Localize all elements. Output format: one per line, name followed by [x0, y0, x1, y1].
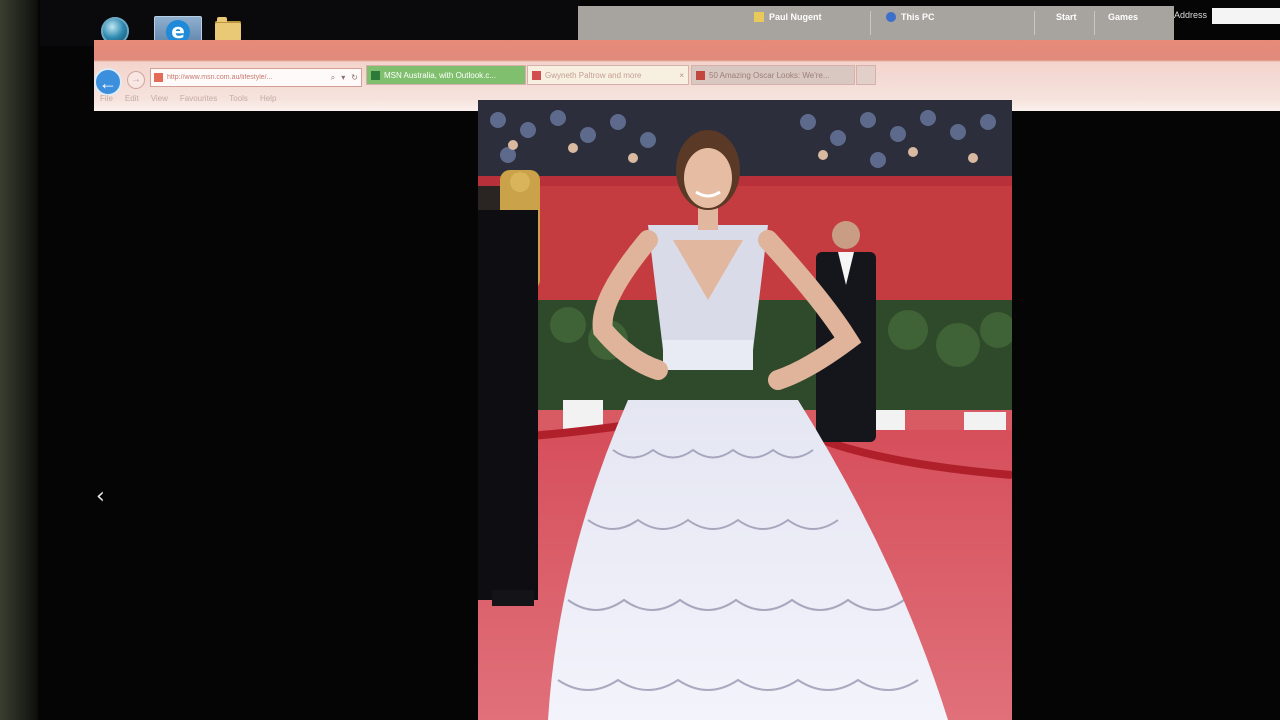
address-label: Address: [1174, 10, 1208, 20]
dropdown-icon[interactable]: ▾: [338, 73, 348, 82]
menu-bar: File Edit View Favourites Tools Help: [100, 94, 276, 103]
tab-title: MSN Australia, with Outlook.c...: [384, 70, 497, 80]
start-label: Start: [1056, 12, 1077, 22]
user-name: Paul Nugent: [769, 12, 822, 22]
menu-help[interactable]: Help: [260, 94, 276, 103]
arrow-right-icon: →: [131, 74, 141, 85]
arrow-left-icon: ←: [99, 73, 117, 93]
gallery-photo: [478, 100, 1012, 720]
menu-file[interactable]: File: [100, 94, 113, 103]
separator: [1034, 11, 1035, 35]
url-bar[interactable]: http://www.msn.com.au/lifestyle/... ⌕ ▾ …: [150, 68, 362, 87]
menu-tools[interactable]: Tools: [229, 94, 248, 103]
site-favicon-icon: [154, 73, 163, 82]
menu-favourites[interactable]: Favourites: [180, 94, 217, 103]
this-pc-label: This PC: [901, 12, 935, 22]
user-menu[interactable]: Paul Nugent: [754, 12, 822, 22]
games-link[interactable]: Games: [1108, 12, 1138, 22]
url-text: http://www.msn.com.au/lifestyle/...: [167, 74, 273, 81]
site-favicon-icon: [696, 70, 705, 80]
back-button[interactable]: ←: [94, 68, 122, 96]
red-carpet-photo-illustration: [478, 100, 1012, 720]
menu-view[interactable]: View: [151, 94, 168, 103]
refresh-icon[interactable]: ↻: [348, 73, 361, 82]
separator: [1094, 11, 1095, 35]
new-tab-button[interactable]: [856, 65, 876, 85]
forward-button[interactable]: →: [127, 71, 145, 89]
user-icon: [754, 12, 764, 22]
site-favicon-icon: [532, 70, 541, 80]
search-icon[interactable]: ⌕: [328, 73, 338, 83]
start-link[interactable]: Start: [1056, 12, 1077, 22]
previous-slide-button[interactable]: ‹: [96, 484, 105, 509]
this-pc-link[interactable]: This PC: [886, 12, 935, 22]
file-explorer-folder-icon: [215, 17, 241, 41]
tab-title: 50 Amazing Oscar Looks: We're...: [709, 70, 830, 80]
separator: [870, 11, 871, 35]
games-label: Games: [1108, 12, 1139, 22]
tab-oscar-looks[interactable]: 50 Amazing Oscar Looks: We're...: [691, 65, 855, 85]
tab-gwyneth[interactable]: Gwyneth Paltrow and more ×: [527, 65, 689, 85]
tab-msn[interactable]: MSN Australia, with Outlook.c...: [366, 65, 526, 85]
tab-title: Gwyneth Paltrow and more: [545, 70, 642, 80]
computer-icon: [886, 12, 896, 22]
msn-favicon-icon: [371, 70, 380, 80]
menu-edit[interactable]: Edit: [125, 94, 139, 103]
close-icon[interactable]: ×: [675, 71, 684, 80]
monitor-bezel: [0, 0, 38, 720]
chevron-left-icon: ‹: [96, 484, 105, 509]
window-title-bar: Paul Nugent This PC Start Games: [578, 6, 1174, 40]
address-input[interactable]: [1212, 8, 1280, 24]
